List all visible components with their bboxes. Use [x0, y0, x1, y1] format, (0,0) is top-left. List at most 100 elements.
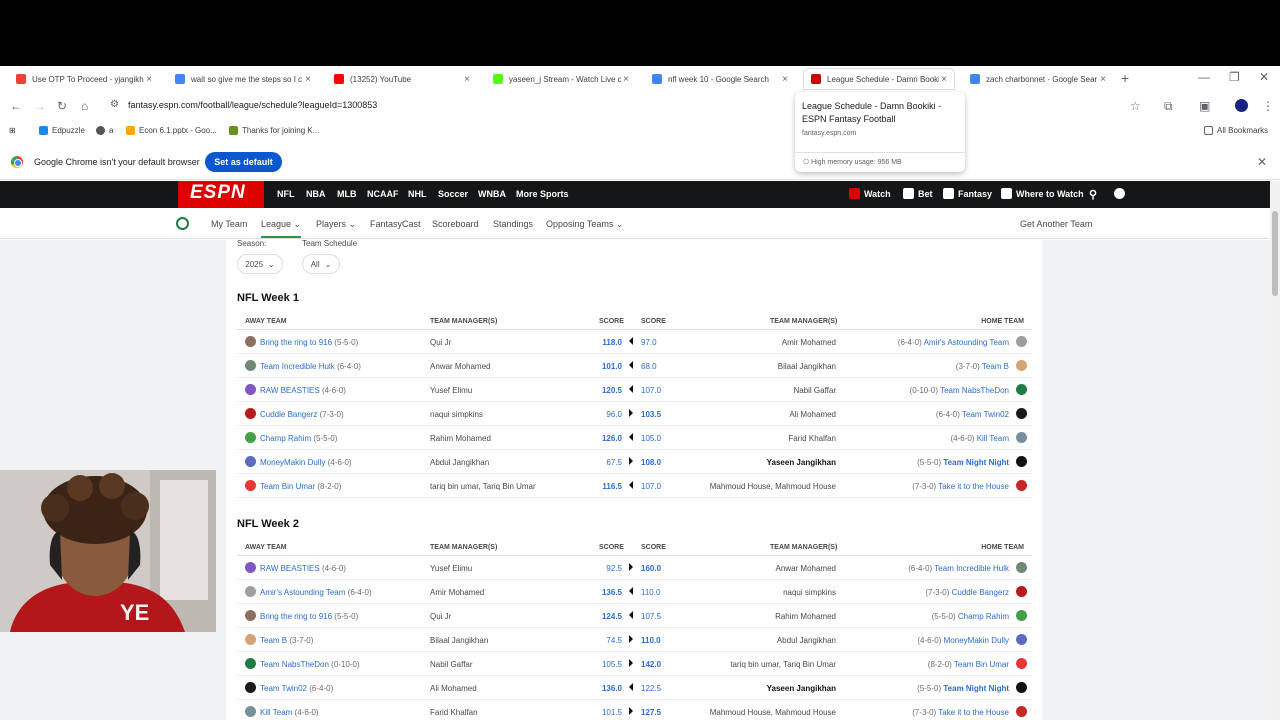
nav-mlb[interactable]: MLB	[337, 189, 357, 199]
apps-grid-icon[interactable]: ⊞	[9, 126, 16, 135]
reload-icon[interactable]: ↻	[57, 99, 67, 113]
home-team-link[interactable]: Kill Team	[977, 434, 1009, 443]
home-score[interactable]: 110.0	[641, 588, 660, 597]
home-score[interactable]: 103.5	[641, 410, 661, 419]
address-bar[interactable]: fantasy.espn.com/football/league/schedul…	[128, 100, 377, 110]
season-select[interactable]: 2025 ⌄	[237, 254, 283, 274]
home-team-link[interactable]: Take it to the House	[938, 708, 1009, 717]
home-team-link[interactable]: Team Bin Umar	[954, 660, 1009, 669]
bookmark-item[interactable]: a	[96, 126, 113, 135]
away-score[interactable]: 92.5	[606, 564, 622, 573]
tab-close-icon[interactable]: ×	[303, 74, 313, 85]
away-team-link[interactable]: Team NabsTheDon	[260, 660, 329, 669]
espn-logo[interactable]: ESPN	[190, 182, 246, 204]
nav-more-sports[interactable]: More Sports	[516, 189, 569, 199]
nav-fantasy[interactable]: Fantasy	[943, 188, 992, 199]
nav-watch[interactable]: Watch	[849, 188, 891, 199]
home-score[interactable]: 107.5	[641, 612, 661, 621]
tab-close-icon[interactable]: ×	[1098, 74, 1108, 85]
page-scrollbar[interactable]	[1270, 181, 1280, 720]
nav-ncaaf[interactable]: NCAAF	[367, 189, 399, 199]
search-icon[interactable]: ⚲	[1089, 188, 1097, 201]
home-team-link[interactable]: Team Night Night	[943, 684, 1009, 693]
browser-tab[interactable]: nfl week 10 - Google Search ×	[644, 68, 796, 90]
nav-bet[interactable]: Bet	[903, 188, 933, 199]
scrollbar-thumb[interactable]	[1272, 211, 1278, 296]
nav-wnba[interactable]: WNBA	[478, 189, 506, 199]
subnav-players[interactable]: Players ⌄	[316, 219, 356, 230]
forward-icon[interactable]: →	[34, 99, 46, 113]
away-team-link[interactable]: Team Bin Umar	[260, 482, 315, 491]
away-team-link[interactable]: Team Incredible Hulk	[260, 362, 335, 371]
home-score[interactable]: 142.0	[641, 660, 661, 669]
away-score[interactable]: 74.5	[606, 636, 622, 645]
home-team-link[interactable]: Take it to the House	[938, 482, 1009, 491]
home-score[interactable]: 97.0	[641, 338, 657, 347]
away-score[interactable]: 136.5	[602, 588, 622, 597]
nav-nhl[interactable]: NHL	[408, 189, 427, 199]
account-icon[interactable]	[1114, 188, 1125, 199]
subnav-league[interactable]: League ⌄	[261, 219, 302, 238]
away-score[interactable]: 136.0	[602, 684, 622, 693]
away-score[interactable]: 116.5	[602, 482, 622, 491]
away-team-link[interactable]: Kill Team	[260, 708, 292, 717]
fantasy-football-icon[interactable]	[176, 217, 189, 230]
home-score[interactable]: 107.0	[641, 386, 661, 395]
tab-close-icon[interactable]: ×	[144, 74, 154, 85]
extensions-icon[interactable]: ⧉	[1164, 99, 1173, 114]
nav-where-to-watch[interactable]: Where to Watch	[1001, 188, 1084, 199]
subnav-scoreboard[interactable]: Scoreboard	[432, 219, 479, 229]
subnav-standings[interactable]: Standings	[493, 219, 533, 229]
away-score[interactable]: 105.5	[602, 660, 622, 669]
away-team-link[interactable]: Champ Rahim	[260, 434, 311, 443]
away-score[interactable]: 101.5	[602, 708, 622, 717]
all-bookmarks[interactable]: All Bookmarks	[1204, 126, 1268, 135]
new-tab-button[interactable]: +	[1121, 70, 1129, 86]
away-team-link[interactable]: Bring the ring to 916	[260, 338, 332, 347]
away-score[interactable]: 101.0	[602, 362, 622, 371]
away-team-link[interactable]: MoneyMakin Dully	[260, 458, 325, 467]
home-score[interactable]: 108.0	[641, 458, 661, 467]
back-icon[interactable]: ←	[10, 99, 22, 113]
home-score[interactable]: 105.0	[641, 434, 661, 443]
infobar-close-icon[interactable]: ✕	[1257, 155, 1267, 169]
away-score[interactable]: 126.0	[602, 434, 622, 443]
restore-icon[interactable]: ❐	[1229, 70, 1240, 84]
home-score[interactable]: 122.5	[641, 684, 661, 693]
browser-tab[interactable]: League Schedule - Damn Booki ×	[803, 68, 955, 90]
home-score[interactable]: 110.0	[641, 636, 661, 645]
get-another-team-link[interactable]: Get Another Team	[1020, 219, 1092, 229]
team-schedule-select[interactable]: All ⌄	[302, 254, 340, 274]
away-team-link[interactable]: Cuddle Bangerz	[260, 410, 317, 419]
subnav-fantasycast[interactable]: FantasyCast	[370, 219, 421, 229]
set-default-button[interactable]: Set as default	[205, 152, 282, 172]
browser-tab[interactable]: wait so give me the steps so I c ×	[167, 68, 319, 90]
bookmark-star-icon[interactable]: ☆	[1130, 99, 1141, 113]
profile-avatar[interactable]	[1235, 99, 1248, 112]
away-score[interactable]: 96.0	[606, 410, 622, 419]
home-icon[interactable]: ⌂	[81, 99, 88, 113]
home-team-link[interactable]: Team B	[982, 362, 1009, 371]
away-team-link[interactable]: RAW BEASTIES	[260, 564, 320, 573]
tab-close-icon[interactable]: ×	[939, 74, 949, 85]
nav-nba[interactable]: NBA	[306, 189, 326, 199]
away-team-link[interactable]: Bring the ring to 916	[260, 612, 332, 621]
home-team-link[interactable]: Team Night Night	[943, 458, 1009, 467]
away-score[interactable]: 120.5	[602, 386, 622, 395]
away-team-link[interactable]: Team Twin02	[260, 684, 307, 693]
browser-tab[interactable]: zach charbonnet - Google Sear ×	[962, 68, 1114, 90]
bookmark-item[interactable]: Thanks for joining K...	[229, 126, 319, 135]
home-score[interactable]: 68.0	[641, 362, 657, 371]
away-score[interactable]: 124.5	[602, 612, 622, 621]
tab-close-icon[interactable]: ×	[621, 74, 631, 85]
site-info-icon[interactable]: ⚙	[110, 99, 119, 110]
close-window-icon[interactable]: ✕	[1259, 70, 1269, 84]
away-score[interactable]: 67.5	[606, 458, 622, 467]
tab-close-icon[interactable]: ×	[462, 74, 472, 85]
subnav-my-team[interactable]: My Team	[211, 219, 247, 229]
minimize-icon[interactable]: —	[1198, 70, 1210, 84]
home-team-link[interactable]: Team Twin02	[962, 410, 1009, 419]
home-team-link[interactable]: Cuddle Bangerz	[952, 588, 1009, 597]
home-score[interactable]: 127.5	[641, 708, 661, 717]
browser-tab[interactable]: Use OTP To Proceed - yjangikh ×	[8, 68, 160, 90]
